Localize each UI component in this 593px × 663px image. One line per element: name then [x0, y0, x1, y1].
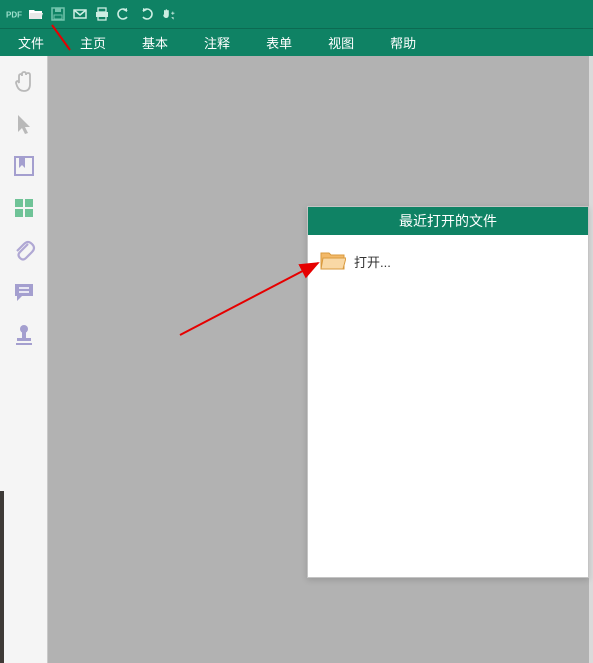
- main-area: 最近打开的文件 打开...: [48, 56, 589, 663]
- stamp-tool-icon[interactable]: [10, 320, 38, 348]
- menu-view[interactable]: 视图: [310, 29, 372, 56]
- redo-icon[interactable]: [138, 6, 154, 22]
- panel-title: 最近打开的文件: [308, 207, 588, 235]
- open-folder-icon[interactable]: [28, 6, 44, 22]
- quick-access-toolbar: PDF: [0, 0, 593, 28]
- hand-tool-icon[interactable]: [10, 68, 38, 96]
- open-file-item[interactable]: 打开...: [320, 245, 576, 278]
- svg-text:PDF: PDF: [6, 11, 22, 20]
- sidebar: [0, 56, 48, 663]
- left-edge-strip: [0, 491, 4, 663]
- thumbnails-tool-icon[interactable]: [10, 194, 38, 222]
- save-icon[interactable]: [50, 6, 66, 22]
- print-icon[interactable]: [94, 6, 110, 22]
- hand-select-icon[interactable]: [160, 6, 176, 22]
- panel-body: 打开...: [308, 235, 588, 577]
- select-tool-icon[interactable]: [10, 110, 38, 138]
- folder-icon: [320, 249, 346, 274]
- menu-form[interactable]: 表单: [248, 29, 310, 56]
- undo-icon[interactable]: [116, 6, 132, 22]
- menu-home[interactable]: 主页: [62, 29, 124, 56]
- content-area: 最近打开的文件 打开...: [0, 56, 593, 663]
- open-file-label: 打开...: [354, 252, 391, 271]
- mail-icon[interactable]: [72, 6, 88, 22]
- recent-files-panel: 最近打开的文件 打开...: [307, 206, 589, 578]
- menu-file[interactable]: 文件: [0, 29, 62, 56]
- menubar: 文件 主页 基本 注释 表单 视图 帮助: [0, 28, 593, 56]
- menu-comment[interactable]: 注释: [186, 29, 248, 56]
- bookmark-tool-icon[interactable]: [10, 152, 38, 180]
- attachment-tool-icon[interactable]: [10, 236, 38, 264]
- comments-tool-icon[interactable]: [10, 278, 38, 306]
- pdf-icon[interactable]: PDF: [6, 6, 22, 22]
- menu-basic[interactable]: 基本: [124, 29, 186, 56]
- menu-help[interactable]: 帮助: [372, 29, 434, 56]
